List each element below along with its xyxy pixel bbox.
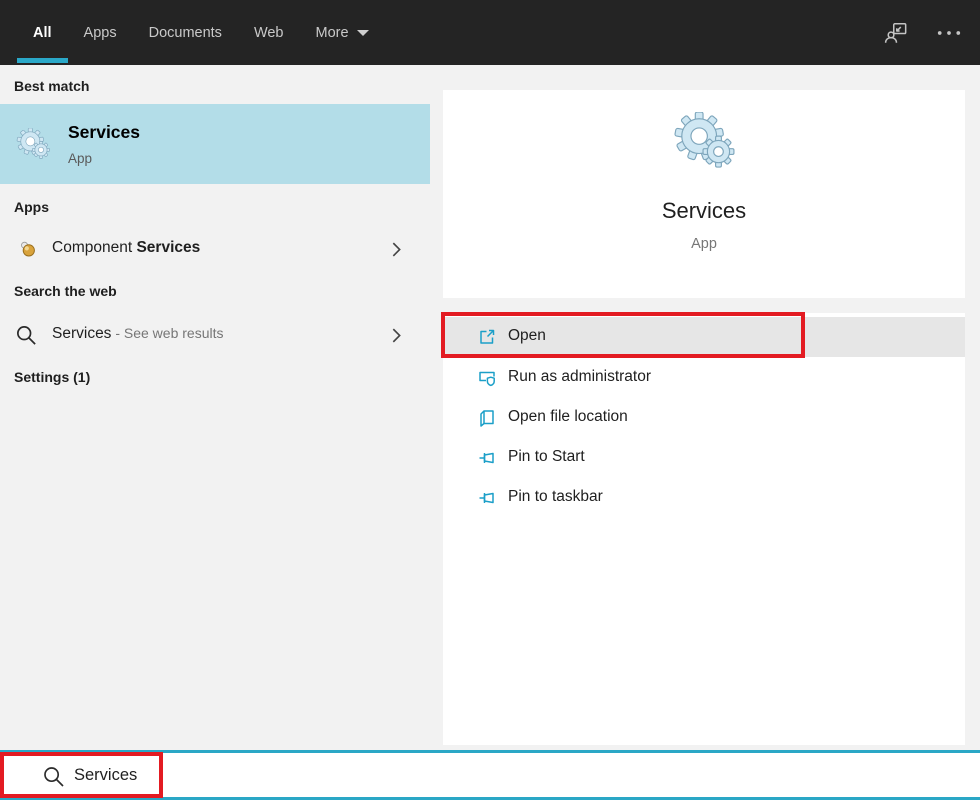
services-gears-icon — [16, 128, 50, 164]
tab-documents[interactable]: Documents — [133, 0, 238, 65]
preview-app-subtitle: App — [691, 236, 717, 252]
action-open[interactable]: Open — [443, 317, 965, 357]
search-icon — [15, 324, 38, 352]
app-actions-card: Open Run as administrator Open file loca… — [443, 313, 965, 745]
action-open-file-location-label: Open file location — [508, 408, 628, 425]
apps-section-header: Apps — [14, 199, 49, 215]
ellipsis-icon[interactable] — [936, 29, 962, 37]
best-match-subtitle: App — [68, 151, 93, 166]
services-gears-icon-large — [673, 112, 735, 173]
tab-more[interactable]: More — [300, 0, 385, 65]
settings-section-header: Settings (1) — [14, 369, 91, 385]
best-match-header: Best match — [14, 78, 90, 94]
result-web-search[interactable]: Services - See web results — [0, 316, 430, 354]
action-run-as-administrator[interactable]: Run as administrator — [443, 358, 965, 398]
action-run-as-administrator-label: Run as administrator — [508, 368, 652, 385]
admin-shield-icon — [478, 369, 496, 392]
tab-apps-label: Apps — [83, 24, 117, 41]
pin-icon — [478, 449, 496, 472]
chevron-down-icon — [356, 29, 369, 36]
tab-all[interactable]: All — [17, 0, 68, 65]
preview-app-title: Services — [661, 198, 747, 223]
active-tab-underline — [17, 58, 68, 63]
search-icon — [42, 765, 66, 794]
result-web-search-label: Services - See web results — [52, 325, 224, 342]
result-component-services-label: Component Services — [52, 239, 201, 256]
windows-search-flyout: All Apps Documents Web More Best match S… — [0, 0, 980, 800]
component-services-icon — [19, 240, 37, 263]
action-pin-to-taskbar[interactable]: Pin to taskbar — [443, 478, 965, 518]
open-icon — [478, 328, 496, 351]
tab-more-label: More — [315, 24, 349, 41]
tab-apps[interactable]: Apps — [68, 0, 133, 65]
results-panel: Best match Services App Apps Component S… — [0, 65, 430, 750]
action-open-file-location[interactable]: Open file location — [443, 398, 965, 438]
search-filter-bar: All Apps Documents Web More — [0, 0, 980, 65]
best-match-title: Services — [68, 122, 141, 142]
tab-web-label: Web — [253, 24, 284, 41]
tab-documents-label: Documents — [148, 24, 222, 41]
taskbar-search-box[interactable]: Services — [0, 750, 980, 800]
action-pin-to-start[interactable]: Pin to Start — [443, 438, 965, 478]
best-match-result-services[interactable]: Services App — [0, 104, 430, 184]
search-input-value[interactable]: Services — [74, 766, 137, 785]
tab-web[interactable]: Web — [238, 0, 300, 65]
file-location-icon — [478, 409, 496, 432]
pin-icon — [478, 489, 496, 512]
filter-tabs: All Apps Documents Web More — [17, 0, 385, 65]
action-pin-to-taskbar-label: Pin to taskbar — [508, 488, 603, 505]
result-component-services[interactable]: Component Services — [0, 230, 430, 268]
tab-all-label: All — [33, 24, 52, 41]
app-preview-card: Services App — [443, 90, 965, 298]
action-pin-to-start-label: Pin to Start — [508, 448, 585, 465]
action-open-label: Open — [508, 327, 546, 344]
chevron-right-icon[interactable] — [391, 241, 402, 263]
chevron-right-icon[interactable] — [391, 327, 402, 349]
web-section-header: Search the web — [14, 283, 117, 299]
feedback-account-icon[interactable] — [884, 20, 910, 46]
